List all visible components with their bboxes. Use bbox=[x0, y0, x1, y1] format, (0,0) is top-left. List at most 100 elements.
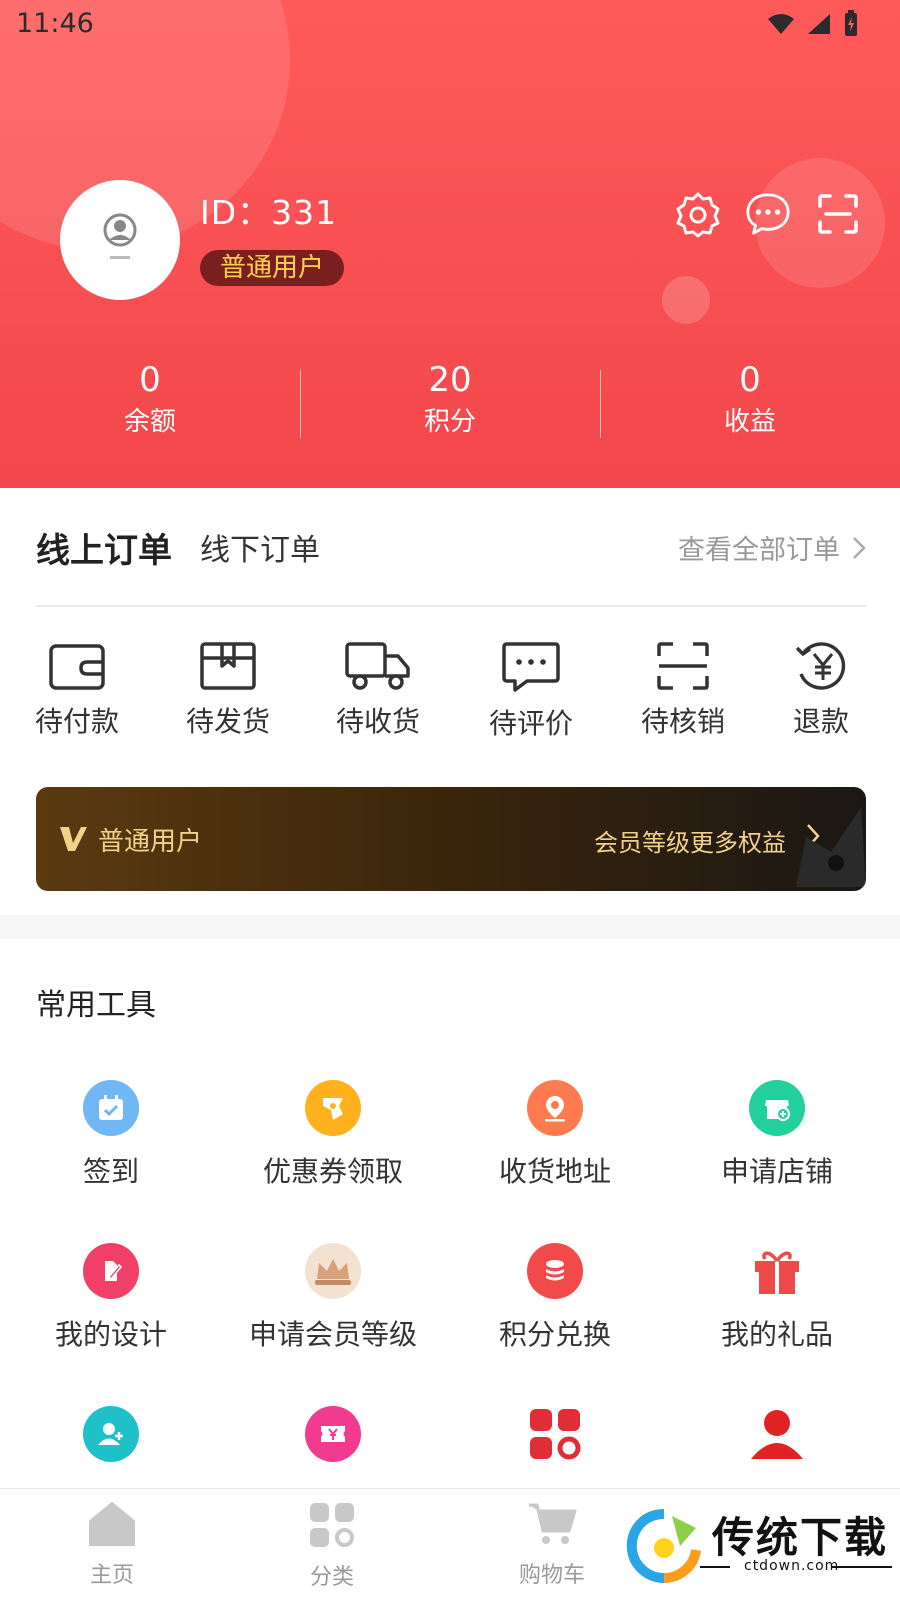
avatar[interactable] bbox=[60, 180, 180, 300]
vip-v-icon bbox=[60, 827, 87, 851]
order-refund[interactable]: 退款 bbox=[766, 640, 876, 740]
member-level-banner[interactable]: 普通用户 会员等级更多权益 bbox=[36, 787, 866, 891]
category-icon bbox=[310, 1503, 354, 1547]
nav-category[interactable]: 分类 bbox=[272, 1501, 392, 1591]
stat-points[interactable]: 20 积分 bbox=[300, 358, 600, 442]
stat-value: 20 bbox=[428, 360, 472, 400]
order-pending-review[interactable]: 待评价 bbox=[476, 640, 586, 742]
profile-header: 11:46 ID：331 普通用户 0 余额 20 积分 0 收益 bbox=[0, 0, 900, 488]
stat-value: 0 bbox=[739, 360, 761, 400]
tool-yen-ticket[interactable] bbox=[222, 1406, 444, 1462]
member-name: 普通用户 bbox=[98, 827, 203, 857]
wifi-icon bbox=[768, 14, 794, 34]
orders-divider bbox=[36, 605, 866, 607]
scan-icon bbox=[657, 642, 709, 690]
nav-home[interactable]: 主页 bbox=[52, 1501, 172, 1589]
refund-icon bbox=[795, 642, 846, 690]
tool-apply-store[interactable]: 申请店铺 bbox=[666, 1080, 888, 1190]
tool-invite-user[interactable] bbox=[0, 1406, 222, 1462]
tool-points-exchange[interactable]: 积分兑换 bbox=[444, 1243, 666, 1353]
watermark-title: 传统下载 bbox=[712, 1513, 889, 1562]
tool-address[interactable]: 收货地址 bbox=[444, 1080, 666, 1190]
tool-label: 积分兑换 bbox=[498, 1318, 611, 1351]
tool-my-gifts[interactable]: 我的礼品 bbox=[666, 1243, 888, 1353]
scan-button[interactable] bbox=[814, 190, 862, 238]
orders-tabs: 线上订单 线下订单 查看全部订单 bbox=[36, 522, 866, 572]
nav-label: 购物车 bbox=[518, 1563, 585, 1588]
order-pending-payment[interactable]: 待付款 bbox=[22, 640, 132, 740]
order-label: 待发货 bbox=[185, 705, 270, 738]
stat-label: 收益 bbox=[723, 407, 776, 437]
calendar-check-icon bbox=[83, 1080, 139, 1136]
yen-ticket-icon bbox=[305, 1406, 361, 1462]
order-pending-shipment[interactable]: 待发货 bbox=[173, 640, 283, 740]
stat-value: 0 bbox=[139, 360, 161, 400]
stat-label: 积分 bbox=[423, 407, 476, 437]
header-actions bbox=[674, 190, 862, 238]
tool-label: 申请店铺 bbox=[720, 1155, 833, 1188]
tool-coupon[interactable]: 优惠券领取 bbox=[222, 1080, 444, 1190]
order-label: 退款 bbox=[792, 705, 849, 738]
order-pending-verification[interactable]: 待核销 bbox=[628, 640, 738, 740]
tab-offline-orders[interactable]: 线下订单 bbox=[200, 525, 320, 569]
tools-title: 常用工具 bbox=[36, 988, 156, 1023]
person-icon bbox=[749, 1406, 805, 1462]
status-time: 11:46 bbox=[16, 8, 94, 39]
settings-button[interactable] bbox=[674, 190, 722, 238]
avatar-placeholder-icon bbox=[103, 213, 137, 259]
tool-label: 我的礼品 bbox=[720, 1318, 833, 1351]
tab-online-orders[interactable]: 线上订单 bbox=[36, 523, 172, 572]
user-add-icon bbox=[83, 1406, 139, 1462]
stat-earnings[interactable]: 0 收益 bbox=[600, 358, 900, 442]
order-label: 待收货 bbox=[335, 705, 420, 738]
location-icon bbox=[527, 1080, 583, 1136]
grid-icon bbox=[527, 1406, 583, 1462]
view-all-label: 查看全部订单 bbox=[678, 535, 840, 566]
stats-row: 0 余额 20 积分 0 收益 bbox=[0, 358, 900, 442]
section-separator bbox=[0, 915, 900, 939]
order-label: 待付款 bbox=[34, 705, 119, 738]
tool-checkin[interactable]: 签到 bbox=[0, 1080, 222, 1190]
watermark-subtitle: ctdown.com bbox=[744, 1558, 840, 1574]
gift-icon bbox=[749, 1243, 805, 1299]
signal-icon bbox=[808, 14, 830, 34]
stat-label: 余额 bbox=[123, 407, 176, 437]
decor-bubble-small bbox=[662, 276, 710, 324]
home-icon bbox=[89, 1502, 135, 1546]
tool-label: 签到 bbox=[82, 1155, 139, 1188]
tool-label: 我的设计 bbox=[54, 1318, 167, 1351]
watermark: 传统下载 ctdown.com bbox=[620, 1496, 900, 1600]
cart-icon bbox=[529, 1503, 577, 1544]
status-icons bbox=[766, 10, 860, 38]
tool-grid[interactable] bbox=[444, 1406, 666, 1462]
scan-icon bbox=[818, 194, 858, 234]
stat-balance[interactable]: 0 余额 bbox=[0, 358, 300, 442]
messages-button[interactable] bbox=[744, 190, 792, 238]
member-benefits-link: 会员等级更多权益 bbox=[594, 829, 786, 857]
watermark-logo-icon bbox=[626, 1509, 701, 1583]
nav-cart[interactable]: 购物车 bbox=[492, 1501, 612, 1589]
order-pending-receipt[interactable]: 待收货 bbox=[323, 640, 433, 740]
box-icon bbox=[200, 642, 256, 690]
store-icon bbox=[749, 1080, 805, 1136]
order-label: 待评价 bbox=[488, 707, 573, 740]
design-icon bbox=[83, 1243, 139, 1299]
nav-label: 主页 bbox=[89, 1563, 134, 1588]
tool-label: 收货地址 bbox=[498, 1155, 611, 1188]
watermark-line-right bbox=[832, 1566, 892, 1568]
order-status-row: 待付款 待发货 待收货 待评价 待核销 退款 bbox=[0, 640, 900, 750]
tool-label: 申请会员等级 bbox=[248, 1318, 417, 1351]
decor-cat-icon bbox=[796, 807, 866, 887]
user-id: ID：331 bbox=[200, 193, 338, 232]
tool-person[interactable] bbox=[666, 1406, 888, 1462]
chevron-right-icon bbox=[853, 536, 866, 559]
tool-apply-membership[interactable]: 申请会员等级 bbox=[222, 1243, 444, 1353]
coupon-icon bbox=[305, 1080, 361, 1136]
comment-icon bbox=[502, 642, 560, 692]
tool-my-design[interactable]: 我的设计 bbox=[0, 1243, 222, 1353]
watermark-line-left bbox=[700, 1566, 730, 1568]
truck-icon bbox=[345, 642, 410, 690]
gear-icon bbox=[676, 192, 720, 238]
chat-bubble-icon bbox=[746, 193, 790, 235]
view-all-orders-link[interactable]: 查看全部订单 bbox=[678, 528, 866, 567]
